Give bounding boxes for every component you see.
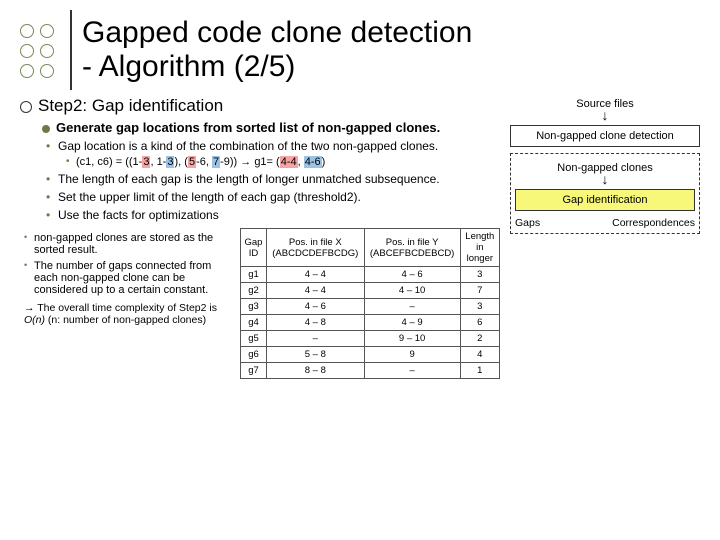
example-line: (c1, c6) = ((1-3, 1-3), (5-6, 7-9)) → g1… [76, 156, 500, 168]
title-line-2: - Algorithm (2/5) [82, 50, 472, 85]
flow-gap-box: Gap identification [515, 189, 695, 211]
table-row: g14 – 44 – 63 [241, 267, 500, 283]
gap-table: Gap ID Pos. in file X (ABCDCDEFBCDG) Pos… [240, 228, 500, 379]
slide-title: Gapped code clone detection - Algorithm … [82, 16, 472, 85]
opt-text-block: non-gapped clones are stored as the sort… [20, 228, 230, 379]
table-row: g65 – 894 [241, 347, 500, 363]
table-cell: 4 – 8 [266, 315, 364, 331]
flow-corr-label: Correspondences [612, 217, 695, 229]
table-cell: g4 [241, 315, 267, 331]
th-posx: Pos. in file X (ABCDCDEFBCDG) [266, 229, 364, 267]
table-cell: 4 [460, 347, 499, 363]
table-cell: g1 [241, 267, 267, 283]
table-cell: 1 [460, 363, 499, 379]
flow-diagram: Source files ↓ Non-gapped clone detectio… [510, 96, 700, 379]
generate-text: Generate gap locations from sorted list … [56, 120, 440, 135]
flow-gaps-label: Gaps [515, 217, 540, 229]
sub-gap-location: Gap location is a kind of the combinatio… [58, 139, 500, 153]
table-cell: g2 [241, 283, 267, 299]
complexity-line: → The overall time complexity of Step2 i… [24, 302, 230, 326]
bullet-ring-icon [20, 101, 32, 113]
table-cell: 3 [460, 267, 499, 283]
table-cell: – [364, 299, 460, 315]
opt-item-2: The number of gaps connected from each n… [34, 260, 230, 296]
table-cell: 4 – 6 [364, 267, 460, 283]
opt-item-1: non-gapped clones are stored as the sort… [34, 232, 230, 256]
sub-length: The length of each gap is the length of … [58, 172, 500, 186]
table-cell: 4 – 10 [364, 283, 460, 299]
table-cell: – [266, 331, 364, 347]
bullet-disc-icon [42, 125, 50, 133]
table-cell: 7 [460, 283, 499, 299]
table-cell: 3 [460, 299, 499, 315]
slide-header: Gapped code clone detection - Algorithm … [20, 10, 700, 90]
table-cell: 9 – 10 [364, 331, 460, 347]
generate-line: Generate gap locations from sorted list … [42, 120, 500, 135]
table-cell: 4 – 9 [364, 315, 460, 331]
table-cell: 4 – 4 [266, 283, 364, 299]
deco-dots [20, 24, 52, 76]
table-cell: 9 [364, 347, 460, 363]
th-gapid: Gap ID [241, 229, 267, 267]
step-heading-text: Step2: Gap identification [38, 96, 223, 115]
table-cell: 4 – 6 [266, 299, 364, 315]
flow-dashed-group: Non-gapped clones ↓ Gap identification G… [510, 153, 700, 234]
sub-opt: Use the facts for optimizations [58, 208, 500, 222]
left-content: Step2: Gap identification Generate gap l… [20, 96, 500, 379]
table-cell: 2 [460, 331, 499, 347]
th-length: Length in longer [460, 229, 499, 267]
step-heading: Step2: Gap identification [20, 96, 500, 116]
table-cell: 8 – 8 [266, 363, 364, 379]
title-line-1: Gapped code clone detection [82, 16, 472, 51]
table-row: g5–9 – 102 [241, 331, 500, 347]
sub-threshold: Set the upper limit of the length of eac… [58, 190, 500, 204]
gap-table-wrap: Gap ID Pos. in file X (ABCDCDEFBCDG) Pos… [240, 228, 500, 379]
table-cell: 4 – 4 [266, 267, 364, 283]
flow-nongapped-box: Non-gapped clone detection [510, 125, 700, 147]
table-cell: g3 [241, 299, 267, 315]
arrow-down-icon: ↓ [510, 110, 700, 121]
table-row: g34 – 6–3 [241, 299, 500, 315]
table-cell: 6 [460, 315, 499, 331]
table-cell: g6 [241, 347, 267, 363]
deco-vbar [70, 10, 72, 90]
th-posy: Pos. in file Y (ABCEFBCDEBCD) [364, 229, 460, 267]
table-row: g78 – 8–1 [241, 363, 500, 379]
table-cell: g7 [241, 363, 267, 379]
table-cell: 5 – 8 [266, 347, 364, 363]
arrow-down-icon-2: ↓ [515, 174, 695, 185]
table-row: g44 – 84 – 96 [241, 315, 500, 331]
table-cell: – [364, 363, 460, 379]
table-row: g24 – 44 – 107 [241, 283, 500, 299]
table-cell: g5 [241, 331, 267, 347]
